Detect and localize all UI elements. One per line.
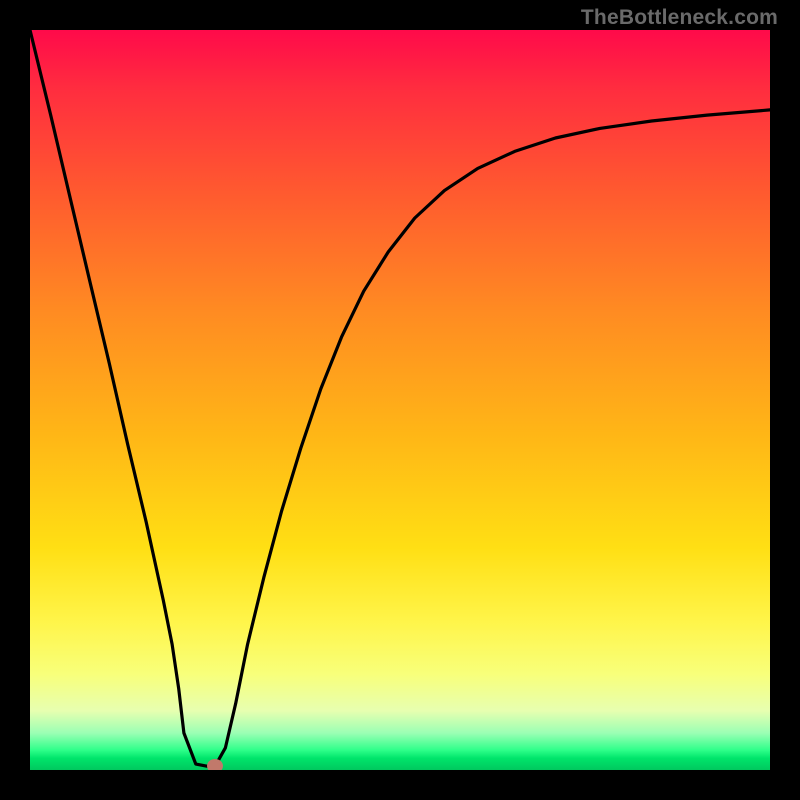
bottleneck-curve xyxy=(30,30,770,766)
curve-layer xyxy=(30,30,770,770)
plot-area xyxy=(30,30,770,770)
optimal-point-marker xyxy=(207,759,223,770)
chart-container: TheBottleneck.com xyxy=(0,0,800,800)
watermark-label: TheBottleneck.com xyxy=(581,6,778,30)
